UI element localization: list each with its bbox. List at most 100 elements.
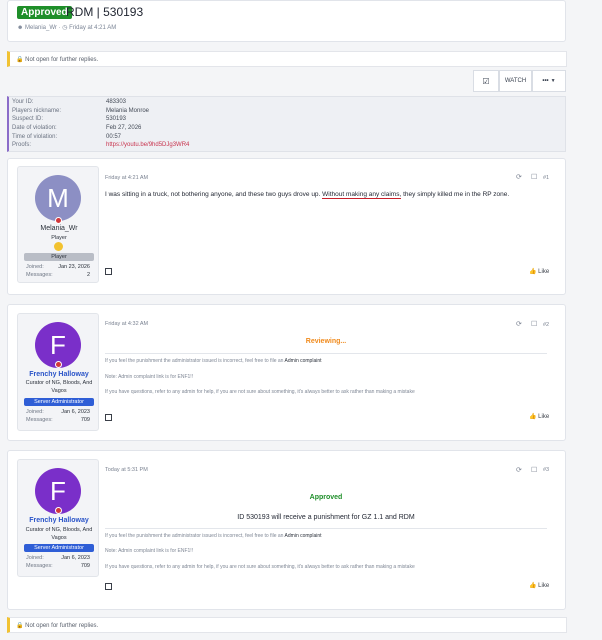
- user-title-line-1: Curator of NG, Bloods, And: [25, 380, 93, 386]
- more-label: •••: [542, 78, 549, 84]
- post-1-user-pane: M Melania_Wr Player Player Joined: Jan 2…: [17, 166, 99, 283]
- chevron-down-icon: ▼: [550, 78, 556, 84]
- lock-icon: 🔒: [16, 57, 24, 63]
- user-banner-label: Player: [51, 254, 67, 260]
- report-info-box: [7, 96, 566, 152]
- username[interactable]: Frenchy Halloway: [18, 371, 100, 378]
- messages-value: 709: [80, 563, 90, 569]
- info-label-nickname: Players nickname:: [12, 108, 62, 114]
- thumbs-up-icon: 👍: [529, 414, 537, 420]
- closed-notice-bottom: 🔒 Not open for further replies.: [7, 617, 567, 633]
- clock-icon: ◷: [62, 25, 68, 31]
- like-button[interactable]: 👍 Like: [529, 413, 549, 420]
- select-post-checkbox[interactable]: [105, 414, 112, 421]
- user-banner: Server Administrator: [24, 398, 94, 406]
- select-post-checkbox[interactable]: [105, 583, 112, 590]
- user-title-line-1: Curator of NG, Bloods, And: [25, 527, 93, 533]
- post-number[interactable]: #3: [543, 467, 549, 473]
- post-date[interactable]: Friday at 4:32 AM: [105, 321, 148, 327]
- post-date[interactable]: Friday at 4:21 AM: [105, 175, 148, 181]
- messages-label: Messages:: [26, 417, 53, 423]
- thumbs-up-icon: 👍: [529, 583, 537, 589]
- divider: [105, 528, 547, 529]
- complaint-text: If you feel the punishment the administr…: [105, 358, 285, 364]
- user-banner-label: Server Administrator: [34, 399, 84, 405]
- page-title: RDM | 530193: [66, 5, 144, 19]
- info-label-your-id: Your ID:: [12, 99, 34, 105]
- user-banner-label: Server Administrator: [34, 545, 84, 551]
- info-value-suspect-id: 530193: [106, 116, 127, 122]
- user-title-line-2: Vagos: [51, 535, 67, 541]
- bookmark-thread-button[interactable]: ☑: [473, 70, 499, 92]
- complaint-line: If you feel the punishment the administr…: [105, 358, 322, 364]
- admin-complaint-link[interactable]: Admin complaint: [285, 358, 322, 364]
- joined-value: Jan 6, 2023: [61, 555, 90, 561]
- trophy-icon: [54, 242, 63, 251]
- admin-complaint-link[interactable]: Admin complaint: [285, 533, 322, 539]
- info-label-date: Date of violation:: [12, 125, 57, 131]
- complaint-line: If you feel the punishment the administr…: [105, 533, 322, 539]
- avatar[interactable]: M: [35, 175, 81, 221]
- messages-label: Messages:: [26, 272, 53, 278]
- user-banner: Player: [24, 253, 94, 261]
- proof-link[interactable]: https://youtu.be/9hd5DJg3WR4: [106, 142, 189, 148]
- messages-label: Messages:: [26, 563, 53, 569]
- share-icon[interactable]: ⟳: [516, 173, 522, 181]
- bookmark-icon[interactable]: ☐: [531, 173, 537, 181]
- post-date[interactable]: Today at 5:31 PM: [105, 467, 148, 473]
- messages-value: 2: [86, 272, 90, 278]
- like-button[interactable]: 👍 Like: [529, 268, 549, 275]
- like-label: Like: [538, 414, 550, 420]
- post-2-user-pane: F Frenchy Halloway Curator of NG, Bloods…: [17, 313, 99, 431]
- info-label-proofs: Proofs:: [12, 142, 32, 148]
- post-number[interactable]: #1: [543, 175, 549, 181]
- thread-author[interactable]: Melania_Wr: [25, 25, 57, 31]
- note-line: Note: Admin complaint link is for ENF1!!: [105, 374, 194, 380]
- complaint-text: If you feel the punishment the administr…: [105, 533, 285, 539]
- closed-notice-text: Not open for further replies.: [25, 57, 99, 63]
- watch-label: WATCH: [504, 78, 527, 84]
- joined-label: Joined:: [26, 264, 44, 270]
- thread-meta: ☻ Melania_Wr · ◷ Friday at 4:21 AM: [17, 24, 116, 31]
- help-line: If you have questions, refer to any admi…: [105, 389, 415, 395]
- info-label-time: Time of violation:: [12, 134, 58, 140]
- share-icon[interactable]: ⟳: [516, 466, 522, 474]
- info-label-suspect-id: Suspect ID:: [12, 116, 44, 122]
- closed-notice-top: 🔒 Not open for further replies.: [7, 51, 567, 67]
- like-label: Like: [538, 583, 550, 589]
- username[interactable]: Melania_Wr: [18, 225, 100, 232]
- like-button[interactable]: 👍 Like: [529, 582, 549, 589]
- verdict-text: ID 530193 will receive a punishment for …: [237, 514, 415, 521]
- online-indicator: [55, 507, 62, 514]
- post-number[interactable]: #2: [543, 322, 549, 328]
- username[interactable]: Frenchy Halloway: [18, 517, 100, 524]
- watch-button[interactable]: WATCH: [499, 70, 532, 92]
- status-approved: Approved: [309, 494, 343, 501]
- user-title: Player: [51, 235, 67, 241]
- bookmark-icon[interactable]: ☐: [531, 320, 537, 328]
- thumbs-up-icon: 👍: [529, 269, 537, 275]
- online-indicator: [55, 217, 62, 224]
- note-line: Note: Admin complaint link is for ENF1!!: [105, 548, 194, 554]
- thread-date: Friday at 4:21 AM: [69, 25, 117, 31]
- post-body-text: I was sitting in a truck, not bothering …: [105, 191, 323, 198]
- more-options-button[interactable]: ••• ▼: [532, 70, 566, 92]
- online-indicator: [55, 361, 62, 368]
- user-banner: Server Administrator: [24, 544, 94, 552]
- avatar-letter: F: [50, 329, 66, 360]
- status-badge: Approved: [17, 6, 72, 19]
- joined-value: Jan 23, 2026: [58, 264, 90, 270]
- like-label: Like: [538, 269, 550, 275]
- joined-value: Jan 6, 2023: [61, 409, 90, 415]
- bookmark-icon[interactable]: ☐: [531, 466, 537, 474]
- share-icon[interactable]: ⟳: [516, 320, 522, 328]
- messages-value: 709: [80, 417, 90, 423]
- status-reviewing: Reviewing...: [305, 338, 347, 345]
- post-body: I was sitting in a truck, not bothering …: [105, 191, 555, 199]
- joined-label: Joined:: [26, 555, 44, 561]
- select-post-checkbox[interactable]: [105, 268, 112, 275]
- info-value-your-id: 483303: [106, 99, 127, 105]
- avatar-letter: M: [47, 182, 69, 213]
- checkbox-icon: ☑: [482, 76, 490, 86]
- joined-label: Joined:: [26, 409, 44, 415]
